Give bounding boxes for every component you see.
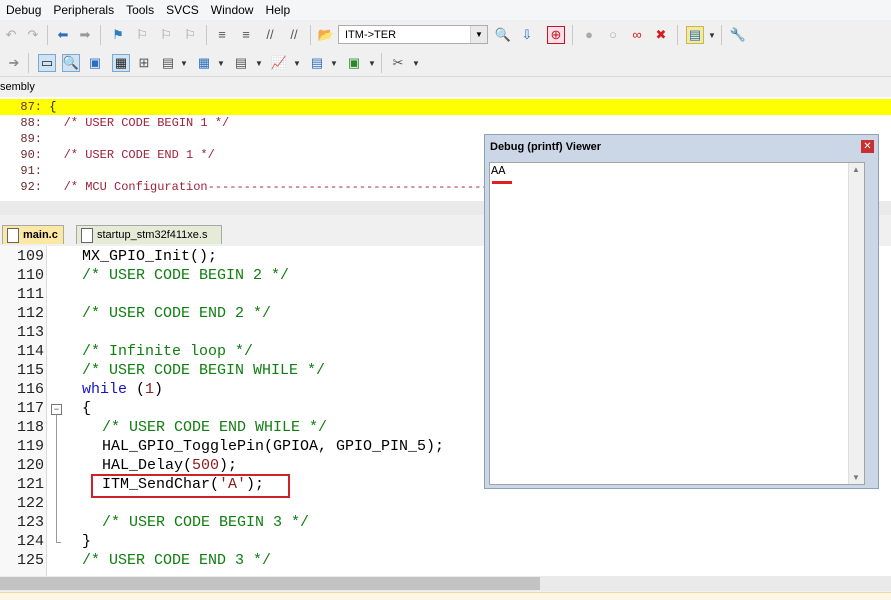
fold-toggle-icon[interactable]: − xyxy=(51,404,62,415)
unindent-icon[interactable]: ≡ xyxy=(238,27,254,43)
menu-tools[interactable]: Tools xyxy=(120,0,160,20)
code-line: 125/* USER CODE END 3 */ xyxy=(16,552,272,569)
bookmark-icon[interactable]: ⚑ xyxy=(110,27,126,43)
memory-window-icon[interactable]: ▦ xyxy=(196,55,212,71)
window-layout-icon[interactable]: ▤ xyxy=(686,26,704,44)
menu-bar: Debug Peripherals Tools SVCS Window Help xyxy=(0,0,891,20)
tab-label: main.c xyxy=(23,229,58,241)
chevron-down-icon[interactable]: ▼ xyxy=(217,59,225,68)
code-line: 110/* USER CODE BEGIN 2 */ xyxy=(16,267,290,284)
chevron-down-icon[interactable]: ▼ xyxy=(368,59,376,68)
code-line: 116 while (1) xyxy=(16,381,164,398)
breakpoint-icon[interactable]: ● xyxy=(581,27,597,43)
disassembly-line: 89: xyxy=(20,132,42,146)
chevron-down-icon[interactable]: ▼ xyxy=(255,59,263,68)
symbols-window-icon[interactable]: ▣ xyxy=(87,55,103,71)
trace-window-icon[interactable]: ▤ xyxy=(309,55,325,71)
system-viewer-icon[interactable]: ▣ xyxy=(346,55,362,71)
code-line: 118/* USER CODE END WHILE */ xyxy=(16,419,328,436)
target-combo-value: ITM->TER xyxy=(345,29,397,41)
disassembly-window-icon[interactable]: 🔍 xyxy=(62,54,80,72)
nav-forward-icon[interactable]: ➡ xyxy=(77,27,93,43)
chevron-down-icon[interactable]: ▼ xyxy=(180,59,188,68)
scrollbar-thumb[interactable] xyxy=(0,577,540,590)
viewer-vertical-scrollbar[interactable]: ▲ ▼ xyxy=(848,163,864,484)
code-line: 111 xyxy=(16,286,44,303)
disassembly-line: 90: /* USER CODE END 1 */ xyxy=(20,148,215,162)
viewer-title: Debug (printf) Viewer xyxy=(490,141,602,153)
undo-icon[interactable]: ↶ xyxy=(3,27,19,43)
watch-window-icon[interactable]: ▤ xyxy=(160,55,176,71)
nav-back-icon[interactable]: ⬅ xyxy=(55,27,71,43)
debug-session-icon[interactable]: ⊕ xyxy=(547,26,565,44)
run-to-cursor-icon[interactable]: ➔ xyxy=(6,55,22,71)
disassembly-label: sembly xyxy=(0,81,35,93)
serial-window-icon[interactable]: ▤ xyxy=(233,55,249,71)
viewer-output-text: AA xyxy=(491,164,506,178)
chevron-down-icon[interactable]: ▼ xyxy=(470,26,487,43)
debug-windows-toolbar: ➔ ▭ 🔍 ▣ ▦ ⊞ ▤ ▼ ▦ ▼ ▤ ▼ 📈 ▼ ▤ ▼ ▣ ▼ ✂ ▼ xyxy=(0,50,891,77)
code-line: 114/* Infinite loop */ xyxy=(16,343,254,360)
toolbox-icon[interactable]: ✂ xyxy=(390,55,406,71)
kill-all-breakpoints-icon[interactable]: ✖ xyxy=(653,27,669,43)
uncomment-icon[interactable]: // xyxy=(286,27,302,43)
analysis-window-icon[interactable]: 📈 xyxy=(271,55,287,71)
document-icon xyxy=(7,228,19,243)
code-line: 115/* USER CODE BEGIN WHILE */ xyxy=(16,362,326,379)
code-line: 123/* USER CODE BEGIN 3 */ xyxy=(16,514,310,531)
chevron-down-icon[interactable]: ▼ xyxy=(412,59,420,68)
chevron-down-icon[interactable]: ▼ xyxy=(293,59,301,68)
tab-label: startup_stm32f411xe.s xyxy=(97,229,208,241)
disassembly-line: 91: xyxy=(20,164,42,178)
fold-guide-end xyxy=(56,542,61,543)
menu-peripherals[interactable]: Peripherals xyxy=(47,0,120,20)
prev-bookmark-icon[interactable]: ⚐ xyxy=(134,27,150,43)
tab-main-c[interactable]: main.c xyxy=(2,225,64,244)
fold-guide xyxy=(56,415,57,543)
command-window-icon[interactable]: ▭ xyxy=(38,54,56,72)
find-in-files-icon[interactable]: 📂 xyxy=(318,27,334,43)
menu-debug[interactable]: Debug xyxy=(0,0,47,20)
next-bookmark-icon[interactable]: ⚐ xyxy=(158,27,174,43)
enable-breakpoint-icon[interactable]: ○ xyxy=(605,27,621,43)
code-line: 109 MX_GPIO_Init(); xyxy=(16,248,218,265)
disassembly-line: 87: { xyxy=(0,99,891,115)
menu-window[interactable]: Window xyxy=(205,0,260,20)
chevron-down-icon[interactable]: ▼ xyxy=(708,31,716,40)
indent-icon[interactable]: ≡ xyxy=(214,27,230,43)
disassembly-line: 88: /* USER CODE BEGIN 1 */ xyxy=(20,116,230,130)
target-combo[interactable]: ITM->TER ▼ xyxy=(338,25,488,44)
viewer-output-area[interactable]: AA ▲ ▼ xyxy=(489,162,865,485)
scroll-down-icon[interactable]: ▼ xyxy=(852,473,860,482)
document-icon xyxy=(81,228,93,243)
redo-icon[interactable]: ↷ xyxy=(25,27,41,43)
code-line: 117{ xyxy=(16,400,92,417)
scroll-up-icon[interactable]: ▲ xyxy=(852,165,860,174)
code-line: 119 HAL_GPIO_TogglePin(GPIOA, GPIO_PIN_5)… xyxy=(16,438,445,455)
registers-window-icon[interactable]: ▦ xyxy=(112,54,130,72)
code-line: 112/* USER CODE END 2 */ xyxy=(16,305,272,322)
close-icon[interactable]: ✕ xyxy=(861,140,874,153)
code-line: 120 HAL_Delay(500); xyxy=(16,457,238,474)
chevron-down-icon[interactable]: ▼ xyxy=(330,59,338,68)
find-icon[interactable]: 🔍 xyxy=(495,27,511,43)
highlight-annotation-box xyxy=(91,474,290,498)
menu-svcs[interactable]: SVCS xyxy=(160,0,205,20)
code-line: 124} xyxy=(16,533,92,550)
download-icon[interactable]: ⇩ xyxy=(519,27,535,43)
disassembly-title: sembly xyxy=(0,78,891,96)
disable-all-breakpoints-icon[interactable]: ∞ xyxy=(629,27,645,43)
code-line: 122 xyxy=(16,495,44,512)
debug-toolbar: ↶ ↷ ⬅ ➡ ⚑ ⚐ ⚐ ⚐ ≡ ≡ // // 📂 ITM->TER ▼ 🔍… xyxy=(0,22,891,48)
tab-startup-s[interactable]: startup_stm32f411xe.s xyxy=(76,225,222,244)
clear-bookmarks-icon[interactable]: ⚐ xyxy=(182,27,198,43)
output-underline-annotation xyxy=(492,181,512,184)
code-line: 121 ITM_SendChar('A'); xyxy=(16,476,265,493)
menu-help[interactable]: Help xyxy=(259,0,296,20)
code-line: 113 xyxy=(16,324,44,341)
comment-icon[interactable]: // xyxy=(262,27,278,43)
call-stack-icon[interactable]: ⊞ xyxy=(136,55,152,71)
printf-viewer-window[interactable]: Debug (printf) Viewer ✕ AA ▲ ▼ xyxy=(484,134,879,489)
configure-icon[interactable]: 🔧 xyxy=(730,27,746,43)
